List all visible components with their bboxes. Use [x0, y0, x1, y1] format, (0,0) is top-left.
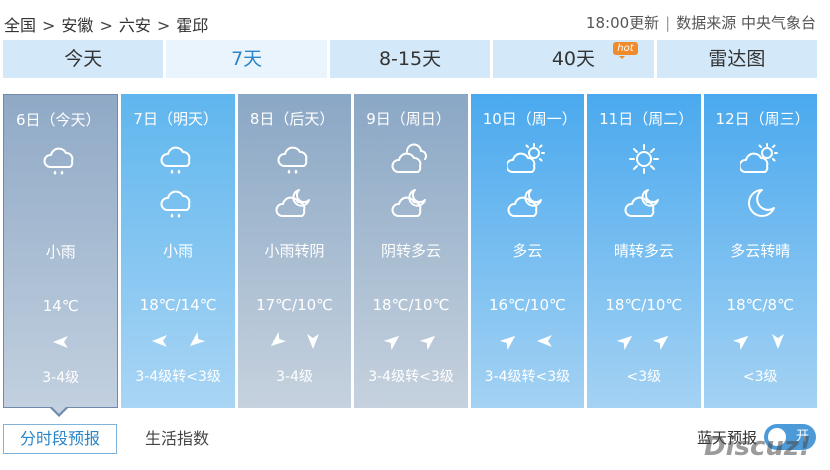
day-card[interactable]: 7日（明天） 小雨 18℃/14℃ 3-4级转<3级 [121, 94, 235, 408]
wind-level: 3-4级 [42, 370, 80, 386]
tab-radar[interactable]: 雷达图 [656, 40, 818, 78]
wind-level: 3-4级 [276, 369, 313, 385]
temperature: 18℃/10℃ [372, 296, 450, 314]
wind-level: <3级 [742, 369, 778, 385]
day-date: 9日（周日） [366, 110, 451, 128]
cloud-moon-icon [507, 186, 547, 220]
day-card[interactable]: 10日（周一） 多云 16℃/10℃ 3-4级转<3级 [470, 94, 585, 408]
wind-level: 3-4级转<3级 [484, 369, 571, 385]
day-date: 11日（周二） [599, 110, 694, 128]
wind-direction-icon [500, 335, 553, 351]
tab-7day[interactable]: 7天 [166, 40, 327, 78]
tab-8-15day[interactable]: 8-15天 [329, 40, 491, 78]
breadcrumb-country[interactable]: 全国 [4, 16, 36, 35]
wind-level: <3级 [626, 369, 662, 385]
breadcrumb-province[interactable]: 安徽 [61, 16, 93, 35]
wind-direction-icon [270, 331, 319, 349]
weather-desc: 多云 [512, 242, 543, 260]
hot-badge: hot [613, 42, 638, 59]
day-card[interactable]: 8日（后天） 小雨转阴 17℃/10℃ 3-4级 [237, 94, 352, 408]
temperature: 18℃/8℃ [726, 296, 794, 314]
watermark: Discuz! [704, 432, 811, 462]
tab-label: 8-15天 [378, 48, 442, 70]
daily-forecast: 6日（今天） 小雨 14℃ 3-4级 7日（明天） 小雨 18℃/14℃ 3-4级转<3级 8日… [3, 94, 817, 408]
wind-direction-icon [616, 335, 668, 351]
weather-desc: 小雨 [45, 243, 76, 261]
life-index-tab[interactable]: 生活指数 [145, 424, 209, 454]
cloud-moon-icon [275, 186, 315, 220]
temperature: 14℃ [42, 297, 79, 315]
tab-label: 今天 [64, 48, 103, 70]
day-card[interactable]: 12日（周三） 多云转晴 18℃/8℃ <3级 [703, 94, 817, 408]
temperature: 17℃/10℃ [256, 296, 334, 314]
breadcrumb-separator: > [42, 16, 56, 35]
day-card[interactable]: 6日（今天） 小雨 14℃ 3-4级 [3, 94, 119, 408]
breadcrumb: 全国 > 安徽 > 六安 > 霍邱 [4, 12, 208, 36]
tab-label: 40天 [551, 48, 596, 70]
breadcrumb-city[interactable]: 六安 [119, 16, 151, 35]
breadcrumb-separator: > [99, 16, 113, 35]
weather-desc: 晴转多云 [613, 242, 674, 260]
wind-direction-icon [733, 334, 785, 351]
wind-direction-icon [152, 331, 206, 347]
day-date: 12日（周三） [715, 110, 810, 128]
update-time: 18:00更新 [585, 14, 660, 32]
selected-day-pointer [50, 407, 68, 417]
day-card[interactable]: 9日（周日） 阴转多云 18℃/10℃ 3-4级转<3级 [354, 94, 468, 408]
hourly-forecast-tab[interactable]: 分时段预报 [3, 424, 117, 454]
wind-level: 3-4级转<3级 [135, 369, 221, 385]
divider: | [665, 14, 671, 32]
temperature: 18℃/14℃ [139, 296, 217, 314]
weather-desc: 小雨转阴 [264, 242, 325, 260]
weather-desc: 小雨 [163, 242, 194, 260]
moon-icon [740, 186, 780, 220]
breadcrumb-county: 霍邱 [176, 16, 209, 35]
day-date: 10日（周一） [482, 110, 577, 128]
day-date: 6日（今天） [16, 111, 101, 129]
partly-cloudy-icon [505, 142, 547, 176]
day-date: 7日（明天） [133, 110, 218, 128]
wind-level: 3-4级转<3级 [368, 369, 454, 385]
breadcrumb-separator: > [156, 16, 171, 35]
forecast-tabs: 今天 7天 8-15天 40天 hot 雷达图 [3, 40, 818, 78]
tab-label: 雷达图 [708, 48, 766, 70]
cloud-moon-icon [391, 186, 431, 220]
wind-direction-icon [383, 335, 436, 351]
temperature: 18℃/10℃ [605, 296, 683, 314]
rain-cloud-icon [158, 142, 198, 176]
rain-cloud-icon [41, 143, 81, 177]
overcast-icon [391, 142, 431, 176]
temperature: 16℃/10℃ [488, 296, 566, 314]
partly-cloudy-icon [738, 142, 780, 176]
rain-cloud-icon [275, 142, 315, 176]
tab-today[interactable]: 今天 [3, 40, 164, 78]
wind-direction-icon [52, 336, 68, 348]
day-date: 8日（后天） [249, 110, 335, 128]
cloud-moon-icon [624, 186, 664, 220]
weather-desc: 阴转多云 [380, 242, 441, 260]
data-source: 数据来源 中央气象台 [676, 14, 816, 32]
sun-icon [624, 142, 664, 176]
tab-40day[interactable]: 40天 hot [493, 40, 654, 78]
weather-desc: 多云转晴 [730, 242, 791, 260]
day-card[interactable]: 11日（周二） 晴转多云 18℃/10℃ <3级 [587, 94, 701, 408]
tab-label: 7天 [231, 48, 263, 70]
rain-cloud-icon [158, 186, 198, 220]
update-info: 18:00更新 | 数据来源 中央气象台 [586, 12, 816, 33]
